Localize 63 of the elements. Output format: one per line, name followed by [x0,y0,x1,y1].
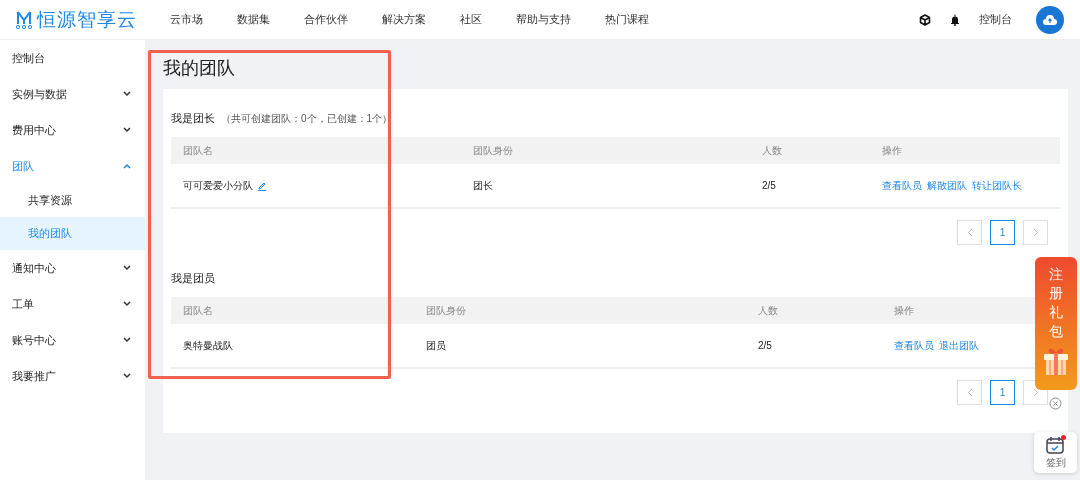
page-button[interactable]: 1 [990,380,1015,405]
chevron-down-icon [123,127,131,133]
chevron-down-icon [123,337,131,343]
chevron-up-icon [123,163,131,169]
sidebar-item[interactable]: 工单 [0,286,145,322]
nav-link[interactable]: 云市场 [170,12,203,27]
logo-icon [16,9,32,30]
sidebar-item[interactable]: 控制台 [0,40,145,76]
section-note: （共可创建团队：0个，已创建：1个） [221,112,393,126]
chevron-right-icon [1032,388,1039,397]
column-header: 团队身份 [473,143,513,158]
action-link[interactable]: 退出团队 [939,338,979,353]
bell-icon[interactable] [949,13,961,26]
column-header: 团队名 [183,143,213,158]
cloud-icon [1042,13,1058,26]
chevron-down-icon [123,373,131,379]
nav-link[interactable]: 热门课程 [605,12,649,27]
column-header: 团队身份 [426,303,466,318]
nav-link[interactable]: 数据集 [237,12,270,27]
logo-text: 恒源智享云 [37,7,137,32]
sidebar-item[interactable]: 团队 [0,148,145,184]
sidebar-item[interactable]: 实例与数据 [0,76,145,112]
page-button[interactable]: 1 [990,220,1015,245]
table-cell: 2/5 [762,180,776,191]
column-header: 操作 [894,303,914,318]
avatar[interactable] [1036,5,1064,34]
action-link[interactable]: 解散团队 [927,178,967,193]
table-cell: 2/5 [758,340,772,351]
sidebar-item[interactable]: 费用中心 [0,112,145,148]
console-link[interactable]: 控制台 [979,12,1012,27]
table-cell: 可可爱爱小分队 [183,178,253,193]
chevron-down-icon [123,265,131,271]
action-link[interactable]: 转让团队长 [972,178,1022,193]
section-title: 我是团长 [171,111,215,126]
column-header: 人数 [762,143,782,158]
chevron-left-icon [966,388,973,397]
page-title: 我的团队 [163,57,236,80]
cube-icon[interactable] [919,13,931,26]
table-cell: 团长 [473,178,493,193]
action-link[interactable]: 查看队员 [882,178,922,193]
chevron-down-icon [123,301,131,307]
section-title: 我是团员 [171,271,215,286]
nav-link[interactable]: 解决方案 [382,12,426,27]
sidebar-item[interactable]: 我要推广 [0,358,145,394]
gift-promo-popup[interactable]: 注册礼包 [1035,257,1077,390]
nav-link[interactable]: 合作伙伴 [304,12,348,27]
action-link[interactable]: 查看队员 [894,338,934,353]
column-header: 操作 [882,143,902,158]
checkin-button[interactable]: 签到 [1034,432,1077,473]
chevron-right-icon [1032,228,1039,237]
pencil-icon[interactable] [257,180,267,191]
column-header: 人数 [758,303,778,318]
nav-link[interactable]: 帮助与支持 [516,12,571,27]
sidebar-item[interactable]: 通知中心 [0,250,145,286]
table-cell: 奥特曼战队 [183,338,233,353]
sidebar-item[interactable]: 账号中心 [0,322,145,358]
chevron-left-icon [966,228,973,237]
table-cell: 团员 [426,338,446,353]
column-header: 团队名 [183,303,213,318]
sidebar-item[interactable]: 共享资源 [0,184,145,217]
close-icon[interactable] [1049,397,1062,410]
chevron-down-icon [123,91,131,97]
nav-link[interactable]: 社区 [460,12,482,27]
